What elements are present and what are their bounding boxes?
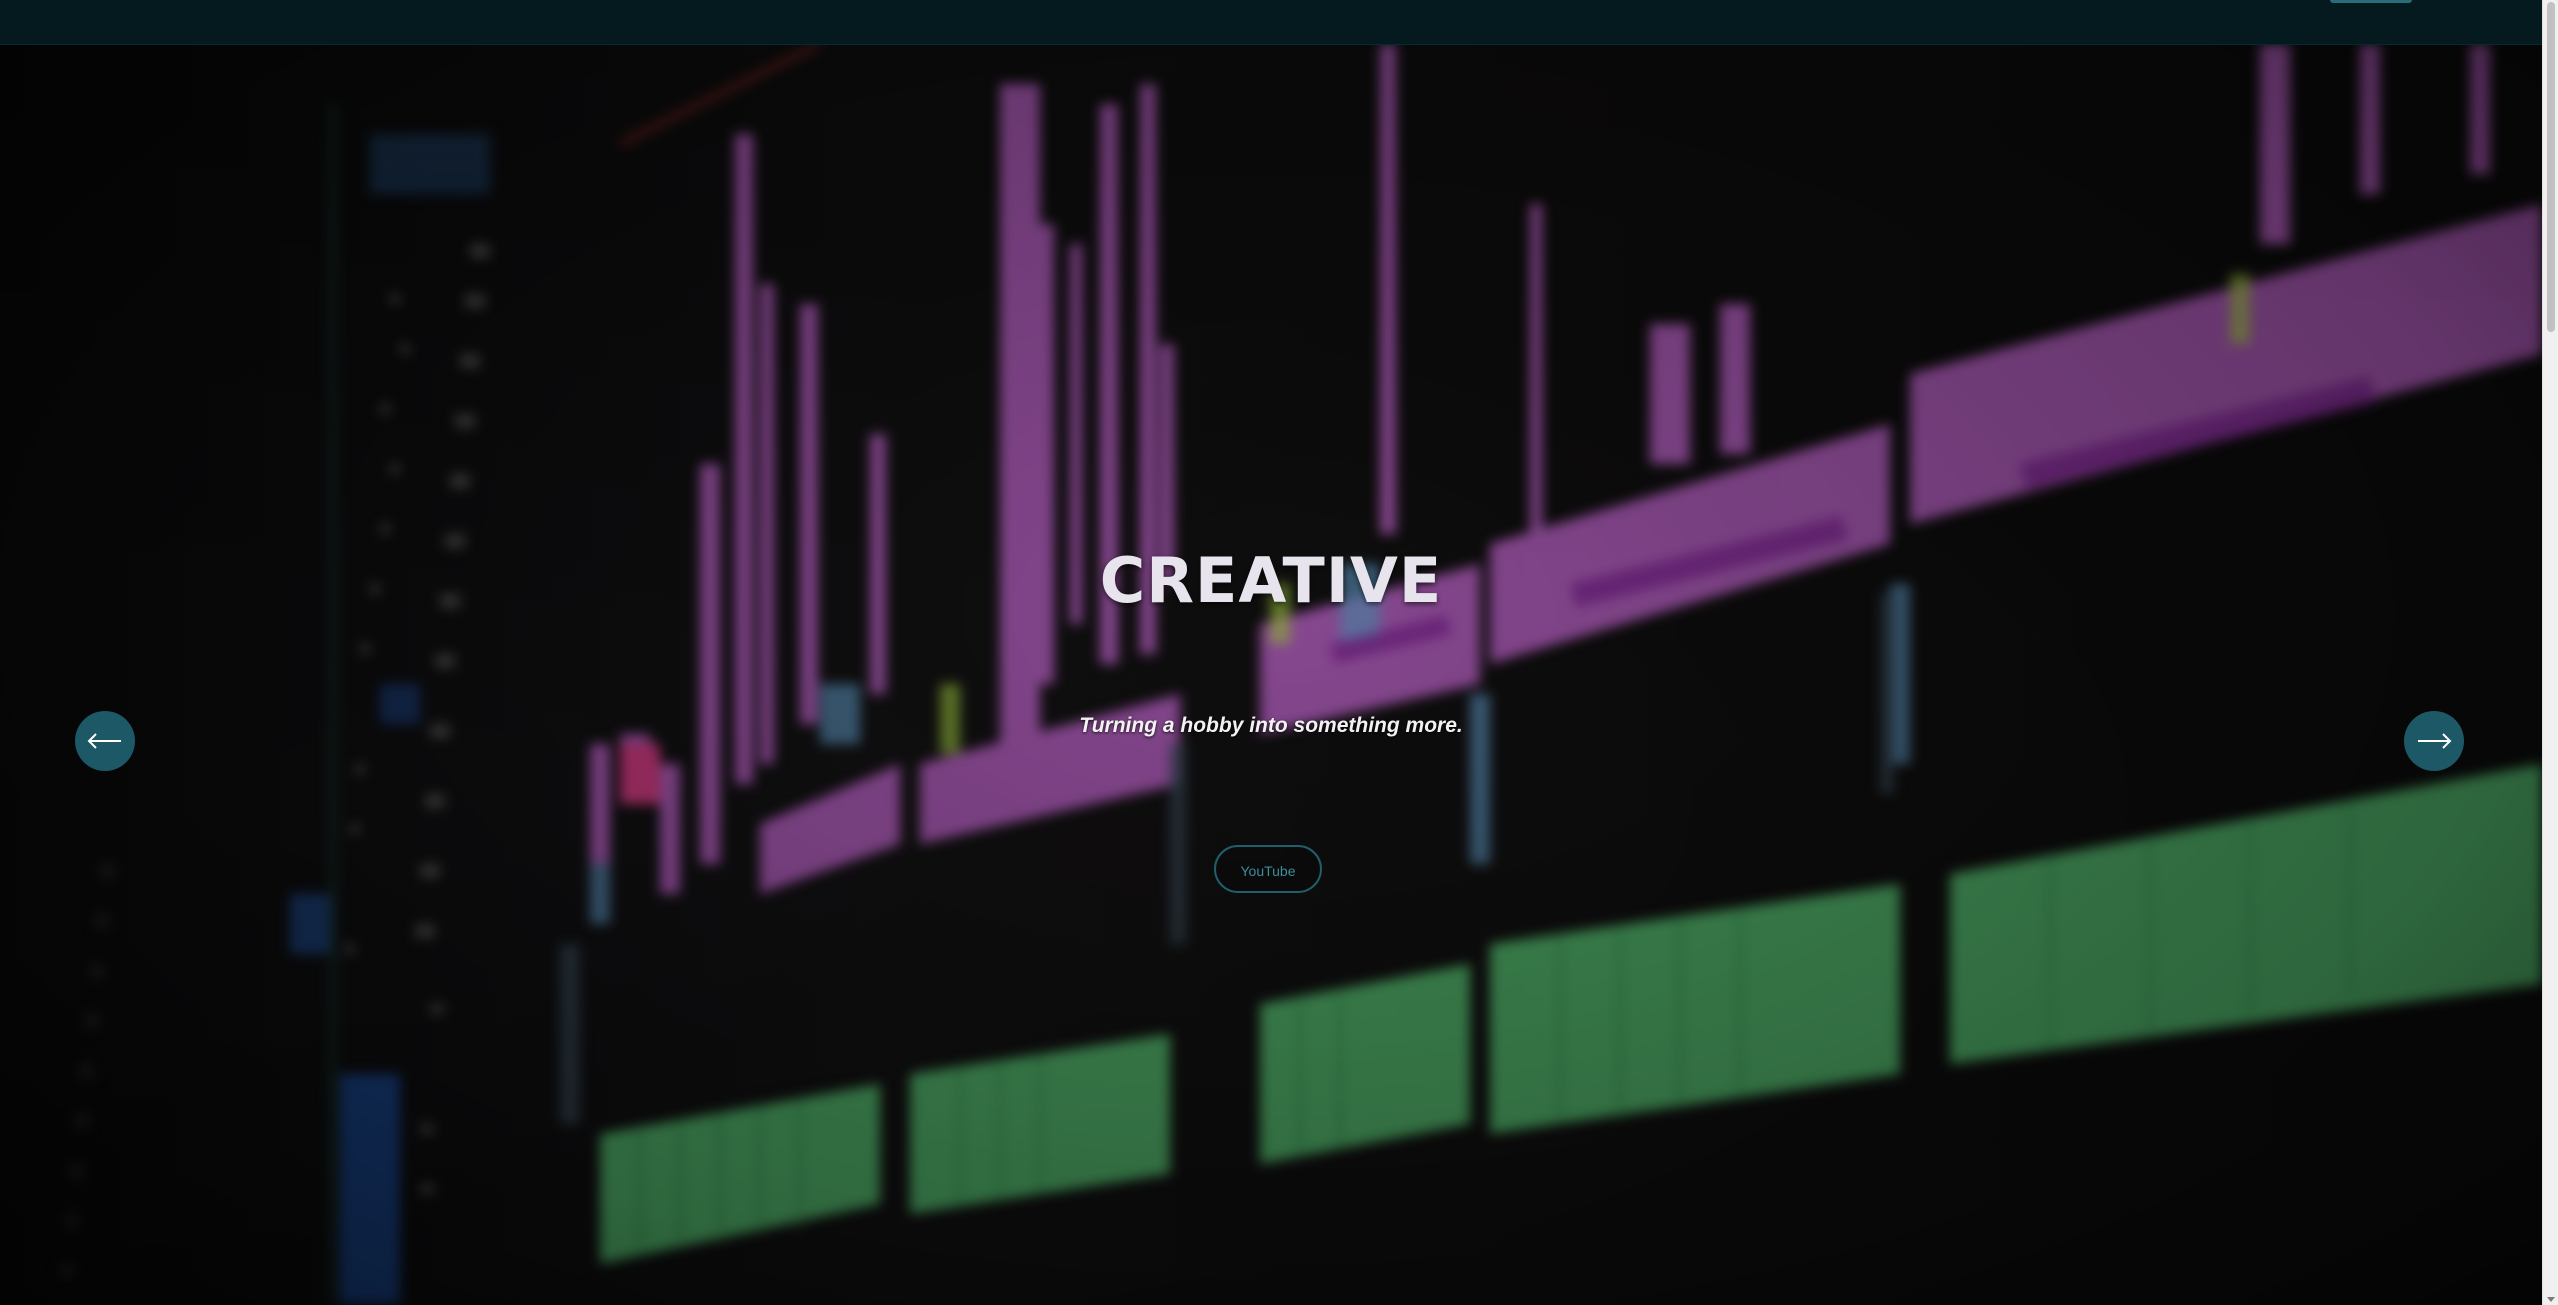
scrollbar-thumb[interactable] bbox=[2547, 2, 2555, 332]
arrow-right-icon bbox=[2418, 733, 2452, 749]
scroll-down-arrow-icon[interactable] bbox=[2547, 1297, 2555, 1302]
carousel-next-button[interactable] bbox=[2404, 711, 2464, 771]
page: CREATIVE Turning a hobby into something … bbox=[0, 0, 2558, 1305]
hero-subtitle: Turning a hobby into something more. bbox=[1079, 714, 1463, 737]
hero-background-image bbox=[60, 44, 2542, 1304]
hero-carousel-slide: CREATIVE Turning a hobby into something … bbox=[0, 44, 2542, 1305]
navbar-active-indicator bbox=[2330, 0, 2412, 3]
youtube-button[interactable]: YouTube bbox=[1214, 845, 1322, 893]
arrow-left-icon bbox=[87, 733, 121, 749]
hero-title: CREATIVE bbox=[1099, 544, 1443, 617]
carousel-prev-button[interactable] bbox=[75, 711, 135, 771]
page-scrollbar[interactable] bbox=[2542, 0, 2558, 1305]
top-navbar bbox=[0, 0, 2542, 45]
